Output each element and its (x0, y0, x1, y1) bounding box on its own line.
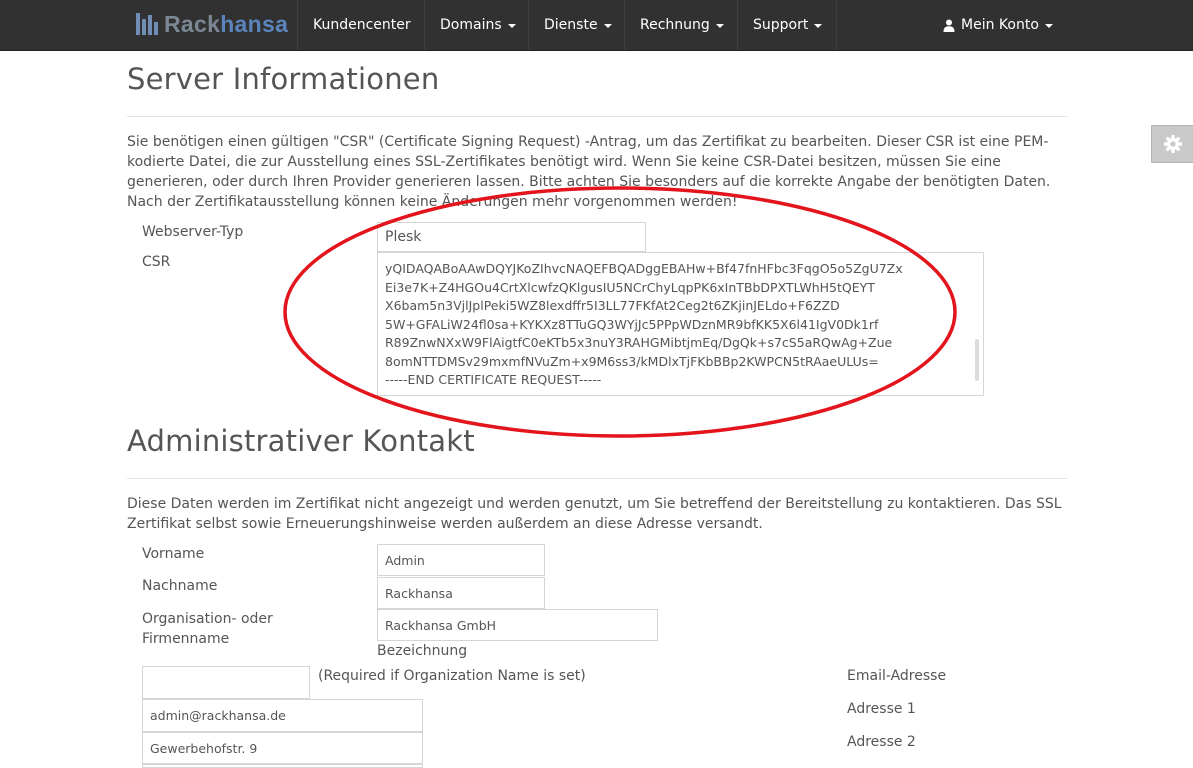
divider (127, 478, 1067, 479)
brand-name-part2: hansa (220, 10, 289, 37)
account-menu[interactable]: Mein Konto (943, 0, 1053, 50)
csr-content: yQIDAQABoAAwDQYJKoZIhvcNAQEFBQADggEBAHw+… (385, 260, 903, 390)
nav-divider (737, 0, 738, 50)
csr-scrollbar[interactable] (975, 339, 979, 381)
csr-textarea[interactable]: yQIDAQABoAAwDQYJKoZIhvcNAQEFBQADggEBAHw+… (377, 252, 984, 396)
email-field[interactable]: admin@rackhansa.de (142, 699, 423, 732)
csr-line: 5W+GFALiW24fl0sa+KYKXz8TTuGQ3WYjJc5PPpWD… (385, 316, 879, 332)
csr-line: X6bam5n3VjlJplPeki5WZ8lexdffr5I3LL77FKfA… (385, 298, 840, 313)
lastname-label: Nachname (142, 578, 218, 594)
nav-item-kundencenter[interactable]: Kundencenter (313, 0, 411, 50)
admin-contact-heading: Administrativer Kontakt (127, 424, 475, 458)
csr-line: -----END CERTIFICATE REQUEST----- (385, 372, 602, 387)
firstname-label: Vorname (142, 546, 205, 562)
organization-label-line1: Organisation- oder (142, 611, 273, 627)
nav-item-label: Rechnung (640, 17, 710, 33)
csr-label: CSR (142, 254, 171, 270)
settings-tab[interactable] (1151, 125, 1193, 163)
address1-label: Adresse 1 (847, 701, 916, 717)
chevron-down-icon (507, 24, 516, 28)
csr-line: 8omNTTDMSv29mxmfNVuZm+x9M6ss3/kMDlxTjFKb… (385, 353, 879, 369)
csr-line: yQIDAQABoAAwDQYJKoZIhvcNAQEFBQADggEBAHw+… (385, 261, 903, 276)
nav-item-rechnung[interactable]: Rechnung (640, 0, 724, 50)
webserver-type-label: Webserver-Typ (142, 224, 244, 240)
address2-field[interactable] (142, 764, 423, 768)
job-title-field[interactable] (142, 666, 310, 699)
csr-line: R89ZnwNXxW9FlAigtfC0eKTb5x3nuY3RAHGMibtj… (385, 335, 893, 350)
nav-item-domains[interactable]: Domains (440, 0, 516, 50)
chevron-down-icon (1044, 24, 1053, 28)
address1-field[interactable]: Gewerbehofstr. 9 (142, 732, 423, 764)
server-info-heading: Server Informationen (127, 62, 440, 96)
job-title-label: Bezeichnung (377, 643, 468, 659)
nav-divider (836, 0, 837, 50)
nav-divider (624, 0, 625, 50)
brand-logo[interactable]: Rackhansa (136, 10, 288, 38)
admin-contact-description: Diese Daten werden im Zertifikat nicht a… (127, 496, 1062, 532)
top-navbar: Rackhansa Kundencenter Domains Dienste R… (0, 0, 1193, 51)
chevron-down-icon (814, 24, 823, 28)
server-info-description: Sie benötigen einen gültigen "CSR" (Cert… (127, 134, 1051, 210)
nav-item-label: Domains (440, 17, 502, 33)
firstname-field[interactable]: Admin (377, 544, 545, 576)
nav-item-label: Dienste (544, 17, 598, 33)
organization-label-line2: Firmenname (142, 631, 230, 647)
logo-bars-icon (136, 13, 158, 35)
lastname-field[interactable]: Rackhansa (377, 577, 545, 609)
address2-label: Adresse 2 (847, 734, 916, 750)
email-label: Email-Adresse (847, 668, 947, 684)
webserver-type-field[interactable]: Plesk (377, 222, 646, 252)
nav-item-dienste[interactable]: Dienste (544, 0, 612, 50)
divider (127, 116, 1067, 117)
chevron-down-icon (715, 24, 724, 28)
nav-item-support[interactable]: Support (753, 0, 823, 50)
organization-field[interactable]: Rackhansa GmbH (377, 609, 658, 641)
user-icon (943, 19, 955, 32)
nav-divider (424, 0, 425, 50)
nav-divider (297, 0, 298, 50)
job-title-hint: (Required if Organization Name is set) (318, 668, 586, 684)
csr-line: Ei3e7K+Z4HGOu4CrtXlcwfzQKlgusIU5NCrChyLq… (385, 279, 875, 295)
nav-divider (528, 0, 529, 50)
account-label: Mein Konto (961, 17, 1039, 33)
gear-icon (1164, 135, 1182, 153)
nav-item-label: Support (753, 17, 809, 33)
chevron-down-icon (603, 24, 612, 28)
nav-item-label: Kundencenter (313, 17, 411, 33)
brand-name-part1: Rack (164, 10, 221, 37)
